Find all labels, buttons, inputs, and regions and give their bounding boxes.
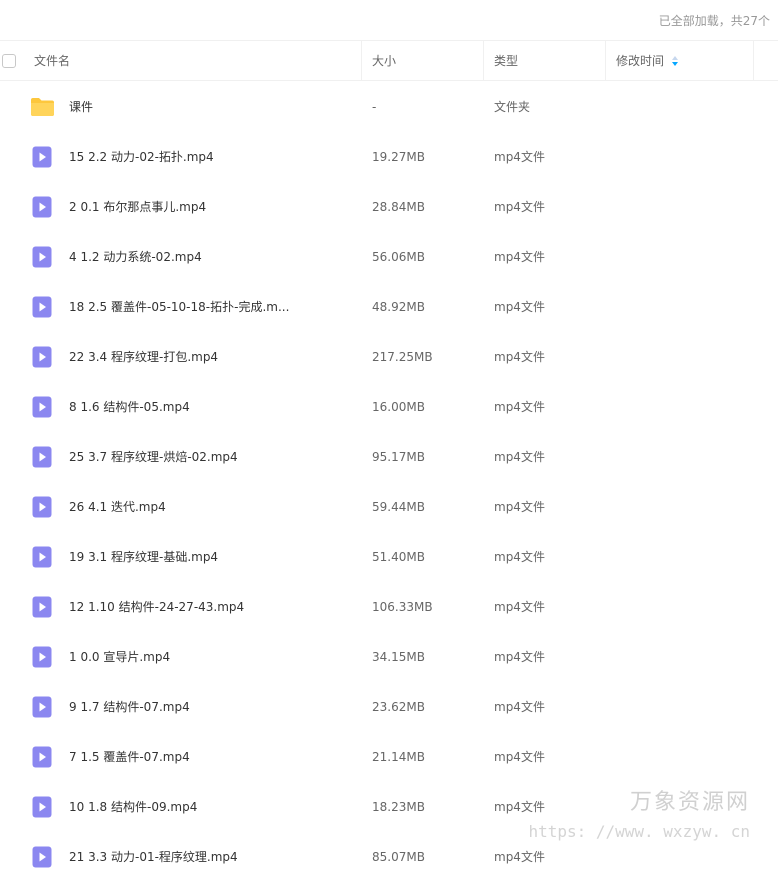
column-divider (361, 41, 362, 81)
file-type: mp4文件 (494, 800, 545, 814)
column-divider (753, 41, 754, 81)
file-row[interactable]: 4 1.2 动力系统-02.mp4 56.06MB mp4文件 (0, 232, 778, 282)
video-file-icon (32, 696, 52, 718)
video-file-icon (32, 846, 52, 868)
file-size: 106.33MB (372, 600, 433, 614)
file-type: mp4文件 (494, 450, 545, 464)
file-row[interactable]: 18 2.5 覆盖件-05-10-18-拓扑-完成.m... 48.92MB mp4… (0, 282, 778, 332)
file-size: 56.06MB (372, 250, 425, 264)
file-type: mp4文件 (494, 500, 545, 514)
file-list: 课件 - 文件夹 15 2.2 动力-02-拓扑.mp4 19.27MB mp4文件 2 0… (0, 82, 778, 882)
video-file-icon (32, 746, 52, 768)
file-size: 23.62MB (372, 700, 425, 714)
file-type: mp4文件 (494, 700, 545, 714)
file-type: mp4文件 (494, 850, 545, 864)
file-name[interactable]: 2 0.1 布尔那点事儿.mp4 (69, 182, 206, 232)
load-status-text: 已全部加载，共27个 (658, 14, 770, 28)
file-name[interactable]: 10 1.8 结构件-09.mp4 (69, 782, 197, 832)
file-name[interactable]: 7 1.5 覆盖件-07.mp4 (69, 732, 190, 782)
column-header-type[interactable]: 类型 (494, 41, 518, 81)
file-row[interactable]: 2 0.1 布尔那点事儿.mp4 28.84MB mp4文件 (0, 182, 778, 232)
video-file-icon (32, 346, 52, 368)
video-file-icon (32, 246, 52, 268)
folder-icon (31, 98, 54, 116)
file-row[interactable]: 12 1.10 结构件-24-27-43.mp4 106.33MB mp4文件 (0, 582, 778, 632)
video-file-icon (32, 496, 52, 518)
file-type: mp4文件 (494, 250, 545, 264)
file-name[interactable]: 21 3.3 动力-01-程序纹理.mp4 (69, 832, 238, 882)
file-row[interactable]: 8 1.6 结构件-05.mp4 16.00MB mp4文件 (0, 382, 778, 432)
video-file-icon (32, 446, 52, 468)
file-size: 19.27MB (372, 150, 425, 164)
file-type: mp4文件 (494, 650, 545, 664)
file-row[interactable]: 15 2.2 动力-02-拓扑.mp4 19.27MB mp4文件 (0, 132, 778, 182)
file-size: 21.14MB (372, 750, 425, 764)
file-size: 51.40MB (372, 550, 425, 564)
file-type: mp4文件 (494, 750, 545, 764)
file-name[interactable]: 18 2.5 覆盖件-05-10-18-拓扑-完成.m... (69, 282, 289, 332)
file-size: 59.44MB (372, 500, 425, 514)
file-size: 95.17MB (372, 450, 425, 464)
video-file-icon (32, 646, 52, 668)
file-type: mp4文件 (494, 150, 545, 164)
video-file-icon (32, 596, 52, 618)
file-row[interactable]: 25 3.7 程序纹理-烘焙-02.mp4 95.17MB mp4文件 (0, 432, 778, 482)
file-type: mp4文件 (494, 200, 545, 214)
file-type: 文件夹 (494, 100, 531, 114)
file-size: 34.15MB (372, 650, 425, 664)
file-row[interactable]: 9 1.7 结构件-07.mp4 23.62MB mp4文件 (0, 682, 778, 732)
file-type: mp4文件 (494, 600, 545, 614)
video-file-icon (32, 296, 52, 318)
table-header: 文件名 大小 类型 修改时间 (0, 40, 778, 81)
file-type: mp4文件 (494, 300, 545, 314)
video-file-icon (32, 796, 52, 818)
file-row[interactable]: 10 1.8 结构件-09.mp4 18.23MB mp4文件 (0, 782, 778, 832)
list-toolbar: 已全部加载，共27个 (0, 0, 778, 40)
column-header-modified-label: 修改时间 (616, 54, 665, 68)
file-name[interactable]: 1 0.0 宣导片.mp4 (69, 632, 170, 682)
column-header-modified[interactable]: 修改时间 (616, 41, 679, 81)
file-type: mp4文件 (494, 350, 545, 364)
file-name[interactable]: 15 2.2 动力-02-拓扑.mp4 (69, 132, 214, 182)
file-row[interactable]: 26 4.1 迭代.mp4 59.44MB mp4文件 (0, 482, 778, 532)
file-name[interactable]: 4 1.2 动力系统-02.mp4 (69, 232, 202, 282)
video-file-icon (32, 396, 52, 418)
video-file-icon (32, 196, 52, 218)
file-name[interactable]: 22 3.4 程序纹理-打包.mp4 (69, 332, 218, 382)
file-name[interactable]: 12 1.10 结构件-24-27-43.mp4 (69, 582, 244, 632)
file-size: 16.00MB (372, 400, 425, 414)
file-row[interactable]: 7 1.5 覆盖件-07.mp4 21.14MB mp4文件 (0, 732, 778, 782)
file-type: mp4文件 (494, 550, 545, 564)
file-name[interactable]: 课件 (69, 82, 93, 132)
file-size: 18.23MB (372, 800, 425, 814)
file-name[interactable]: 25 3.7 程序纹理-烘焙-02.mp4 (69, 432, 238, 482)
column-divider (483, 41, 484, 81)
video-file-icon (32, 546, 52, 568)
file-size: 48.92MB (372, 300, 425, 314)
select-all-checkbox[interactable] (2, 54, 16, 68)
file-row[interactable]: 课件 - 文件夹 (0, 82, 778, 132)
column-header-name[interactable]: 文件名 (34, 41, 70, 81)
file-size: 217.25MB (372, 350, 433, 364)
file-row[interactable]: 19 3.1 程序纹理-基础.mp4 51.40MB mp4文件 (0, 532, 778, 582)
file-size: 85.07MB (372, 850, 425, 864)
column-divider (605, 41, 606, 81)
file-size: - (372, 100, 377, 114)
file-name[interactable]: 26 4.1 迭代.mp4 (69, 482, 166, 532)
sort-icon[interactable] (672, 55, 679, 66)
file-row[interactable]: 22 3.4 程序纹理-打包.mp4 217.25MB mp4文件 (0, 332, 778, 382)
file-name[interactable]: 8 1.6 结构件-05.mp4 (69, 382, 190, 432)
file-name[interactable]: 9 1.7 结构件-07.mp4 (69, 682, 190, 732)
file-row[interactable]: 1 0.0 宣导片.mp4 34.15MB mp4文件 (0, 632, 778, 682)
file-type: mp4文件 (494, 400, 545, 414)
file-row[interactable]: 21 3.3 动力-01-程序纹理.mp4 85.07MB mp4文件 (0, 832, 778, 882)
file-name[interactable]: 19 3.1 程序纹理-基础.mp4 (69, 532, 218, 582)
column-header-size[interactable]: 大小 (372, 41, 396, 81)
file-size: 28.84MB (372, 200, 425, 214)
video-file-icon (32, 146, 52, 168)
